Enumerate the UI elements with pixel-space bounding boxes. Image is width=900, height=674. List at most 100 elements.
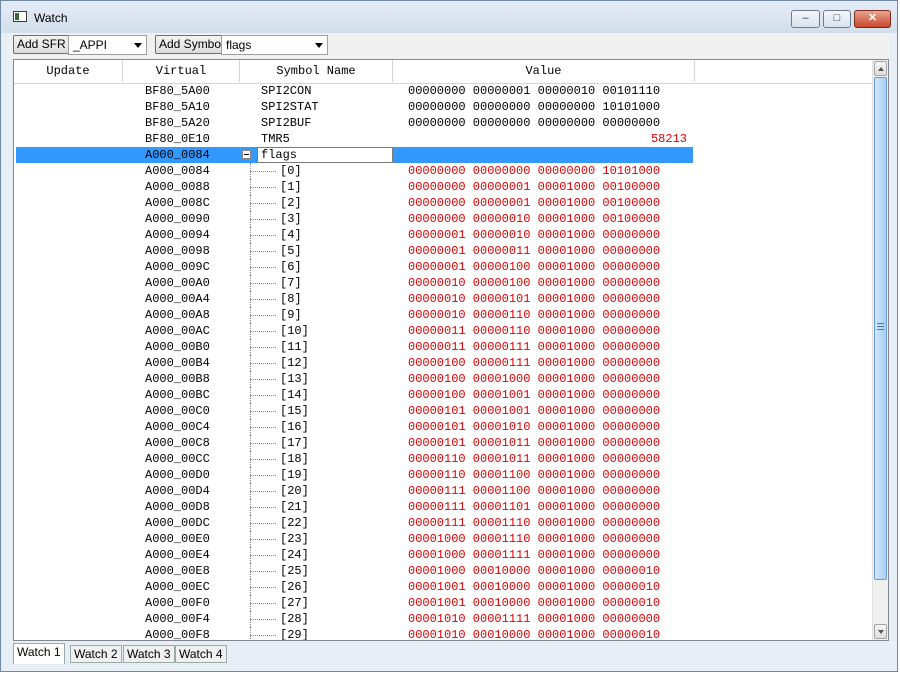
element-value[interactable]: 00000000 00000001 00001000 00100000 — [408, 195, 660, 211]
table-row[interactable]: A000_0094 [4] 00000001 00000010 00001000 0… — [14, 227, 872, 243]
add-sfr-button[interactable]: Add SFR — [13, 35, 70, 54]
column-header-symbol-name[interactable]: Symbol Name — [240, 60, 393, 82]
symbol-value[interactable]: 00000000 00000001 00000010 00101110 — [408, 83, 660, 99]
virtual-address: A000_00F0 — [145, 596, 210, 610]
table-row[interactable]: A000_00E4 [24] 00001000 00001111 00001000 … — [14, 547, 872, 563]
element-value[interactable]: 00000111 00001110 00001000 00000000 — [408, 515, 660, 531]
scroll-up-button[interactable] — [874, 61, 887, 76]
element-value[interactable]: 00000000 00000010 00001000 00100000 — [408, 211, 660, 227]
tab-watch-1[interactable]: Watch 1 — [13, 643, 65, 664]
table-row[interactable]: A000_00CC [18] 00000110 00001011 00001000 … — [14, 451, 872, 467]
element-value[interactable]: 00000001 00000100 00001000 00000000 — [408, 259, 660, 275]
table-row[interactable]: BF80_5A00 SPI2CON 00000000 00000001 000000… — [14, 83, 872, 99]
table-row[interactable]: A000_00A4 [8] 00000010 00000101 00001000 0… — [14, 291, 872, 307]
element-value[interactable]: 00000010 00000101 00001000 00000000 — [408, 291, 660, 307]
table-row[interactable]: A000_0088 [1] 00000000 00000001 00001000 0… — [14, 179, 872, 195]
element-value[interactable]: 00001010 00001111 00001000 00000000 — [408, 611, 660, 627]
element-value[interactable]: 00001001 00010000 00001000 00000010 — [408, 579, 660, 595]
tab-watch-3[interactable]: Watch 3 — [123, 645, 175, 663]
element-value[interactable]: 00000100 00001000 00001000 00000000 — [408, 371, 660, 387]
watch-rows: BF80_5A00 SPI2CON 00000000 00000001 000000… — [14, 83, 872, 640]
symbol-value[interactable]: 58213 — [651, 131, 687, 147]
element-value[interactable]: 00000100 00000111 00001000 00000000 — [408, 355, 660, 371]
virtual-address: A000_0090 — [145, 212, 210, 226]
element-value[interactable]: 00000011 00000111 00001000 00000000 — [408, 339, 660, 355]
table-row[interactable]: A000_0090 [3] 00000000 00000010 00001000 0… — [14, 211, 872, 227]
element-value[interactable]: 00000000 00000001 00001000 00100000 — [408, 179, 660, 195]
table-row[interactable]: A000_0084 [0] 00000000 00000000 00000000 1… — [14, 163, 872, 179]
element-value[interactable]: 00000101 00001011 00001000 00000000 — [408, 435, 660, 451]
symbol-name-edit[interactable]: flags — [257, 147, 393, 163]
element-value[interactable]: 00000110 00001011 00001000 00000000 — [408, 451, 660, 467]
table-row[interactable]: A000_00B4 [12] 00000100 00000111 00001000 … — [14, 355, 872, 371]
virtual-address: A000_0084 — [145, 164, 210, 178]
element-value[interactable]: 00001000 00010000 00001000 00000010 — [408, 563, 660, 579]
table-row[interactable]: A000_009C [6] 00000001 00000100 00001000 0… — [14, 259, 872, 275]
scroll-down-button[interactable] — [874, 624, 887, 639]
table-row[interactable]: A000_0098 [5] 00000001 00000011 00001000 0… — [14, 243, 872, 259]
column-header-update[interactable]: Update — [14, 60, 123, 82]
virtual-address: A000_00EC — [145, 580, 210, 594]
table-row[interactable]: A000_00AC [10] 00000011 00000110 00001000 … — [14, 323, 872, 339]
table-row[interactable]: BF80_0E10 TMR5 58213 — [14, 131, 872, 147]
table-row[interactable]: A000_00E0 [23] 00001000 00001110 00001000 … — [14, 531, 872, 547]
table-row[interactable]: A000_00F8 [29] 00001010 00010000 00001000 … — [14, 627, 872, 640]
element-value[interactable]: 00000111 00001101 00001000 00000000 — [408, 499, 660, 515]
element-value[interactable]: 00000011 00000110 00001000 00000000 — [408, 323, 660, 339]
table-row[interactable]: A000_00D0 [19] 00000110 00001100 00001000 … — [14, 467, 872, 483]
selected-row[interactable]: A000_0084 flags — [14, 147, 872, 163]
table-row[interactable]: A000_00D4 [20] 00000111 00001100 00001000 … — [14, 483, 872, 499]
table-row[interactable]: A000_00E8 [25] 00001000 00010000 00001000 … — [14, 563, 872, 579]
symbol-value[interactable]: 00000000 00000000 00000000 10101000 — [408, 99, 660, 115]
table-row[interactable]: BF80_5A20 SPI2BUF 00000000 00000000 000000… — [14, 115, 872, 131]
element-value[interactable]: 00001000 00001110 00001000 00000000 — [408, 531, 660, 547]
element-value[interactable]: 00000110 00001100 00001000 00000000 — [408, 467, 660, 483]
table-row[interactable]: A000_00A8 [9] 00000010 00000110 00001000 0… — [14, 307, 872, 323]
table-row[interactable]: A000_00B0 [11] 00000011 00000111 00001000 … — [14, 339, 872, 355]
table-row[interactable]: A000_00C8 [17] 00000101 00001011 00001000 … — [14, 435, 872, 451]
element-value[interactable]: 00000101 00001010 00001000 00000000 — [408, 419, 660, 435]
symbol-value[interactable]: 00000000 00000000 00000000 00000000 — [408, 115, 660, 131]
table-row[interactable]: A000_00C4 [16] 00000101 00001010 00001000 … — [14, 419, 872, 435]
vertical-scrollbar[interactable] — [872, 60, 888, 640]
maximize-button[interactable]: □ — [823, 10, 851, 28]
title-bar[interactable]: Watch – □ ✕ — [1, 1, 897, 33]
table-row[interactable]: A000_008C [2] 00000000 00000001 00001000 0… — [14, 195, 872, 211]
tab-watch-2[interactable]: Watch 2 — [70, 645, 122, 663]
watch-tabs: Watch 1 Watch 2 Watch 3 Watch 4 — [13, 643, 613, 665]
element-value[interactable]: 00000100 00001001 00001000 00000000 — [408, 387, 660, 403]
table-row[interactable]: A000_00B8 [13] 00000100 00001000 00001000 … — [14, 371, 872, 387]
element-value[interactable]: 00000010 00000110 00001000 00000000 — [408, 307, 660, 323]
element-value[interactable]: 00000001 00000010 00001000 00000000 — [408, 227, 660, 243]
tab-watch-4[interactable]: Watch 4 — [175, 645, 227, 663]
element-value[interactable]: 00000010 00000100 00001000 00000000 — [408, 275, 660, 291]
element-value[interactable]: 00001001 00010000 00001000 00000010 — [408, 595, 660, 611]
symbol-name: SPI2CON — [261, 84, 312, 98]
table-row[interactable]: A000_00A0 [7] 00000010 00000100 00001000 0… — [14, 275, 872, 291]
table-row[interactable]: A000_00EC [26] 00001001 00010000 00001000 … — [14, 579, 872, 595]
column-header-virtual[interactable]: Virtual — [123, 60, 240, 82]
table-row[interactable]: A000_00D8 [21] 00000111 00001101 00001000 … — [14, 499, 872, 515]
element-value[interactable]: 00001000 00001111 00001000 00000000 — [408, 547, 660, 563]
close-button[interactable]: ✕ — [854, 10, 891, 28]
sfr-select[interactable]: _APPI — [68, 35, 147, 55]
add-symbol-button[interactable]: Add Symbol — [155, 35, 228, 54]
array-index: [20] — [280, 484, 309, 498]
element-value[interactable]: 00000111 00001100 00001000 00000000 — [408, 483, 660, 499]
table-row[interactable]: A000_00DC [22] 00000111 00001110 00001000 … — [14, 515, 872, 531]
element-value[interactable]: 00000101 00001001 00001000 00000000 — [408, 403, 660, 419]
table-row[interactable]: A000_00BC [14] 00000100 00001001 00001000 … — [14, 387, 872, 403]
minimize-button[interactable]: – — [791, 10, 820, 28]
element-value[interactable]: 00001010 00010000 00001000 00000010 — [408, 627, 660, 640]
table-row[interactable]: BF80_5A10 SPI2STAT 00000000 00000000 00000… — [14, 99, 872, 115]
virtual-address: A000_00C0 — [145, 404, 210, 418]
element-value[interactable]: 00000000 00000000 00000000 10101000 — [408, 163, 660, 179]
element-value[interactable]: 00000001 00000011 00001000 00000000 — [408, 243, 660, 259]
column-header-value[interactable]: Value — [393, 60, 695, 82]
collapse-icon[interactable] — [242, 150, 251, 159]
table-row[interactable]: A000_00C0 [15] 00000101 00001001 00001000 … — [14, 403, 872, 419]
symbol-select[interactable]: flags — [221, 35, 328, 55]
scroll-thumb[interactable] — [874, 77, 887, 580]
table-row[interactable]: A000_00F0 [27] 00001001 00010000 00001000 … — [14, 595, 872, 611]
table-row[interactable]: A000_00F4 [28] 00001010 00001111 00001000 … — [14, 611, 872, 627]
